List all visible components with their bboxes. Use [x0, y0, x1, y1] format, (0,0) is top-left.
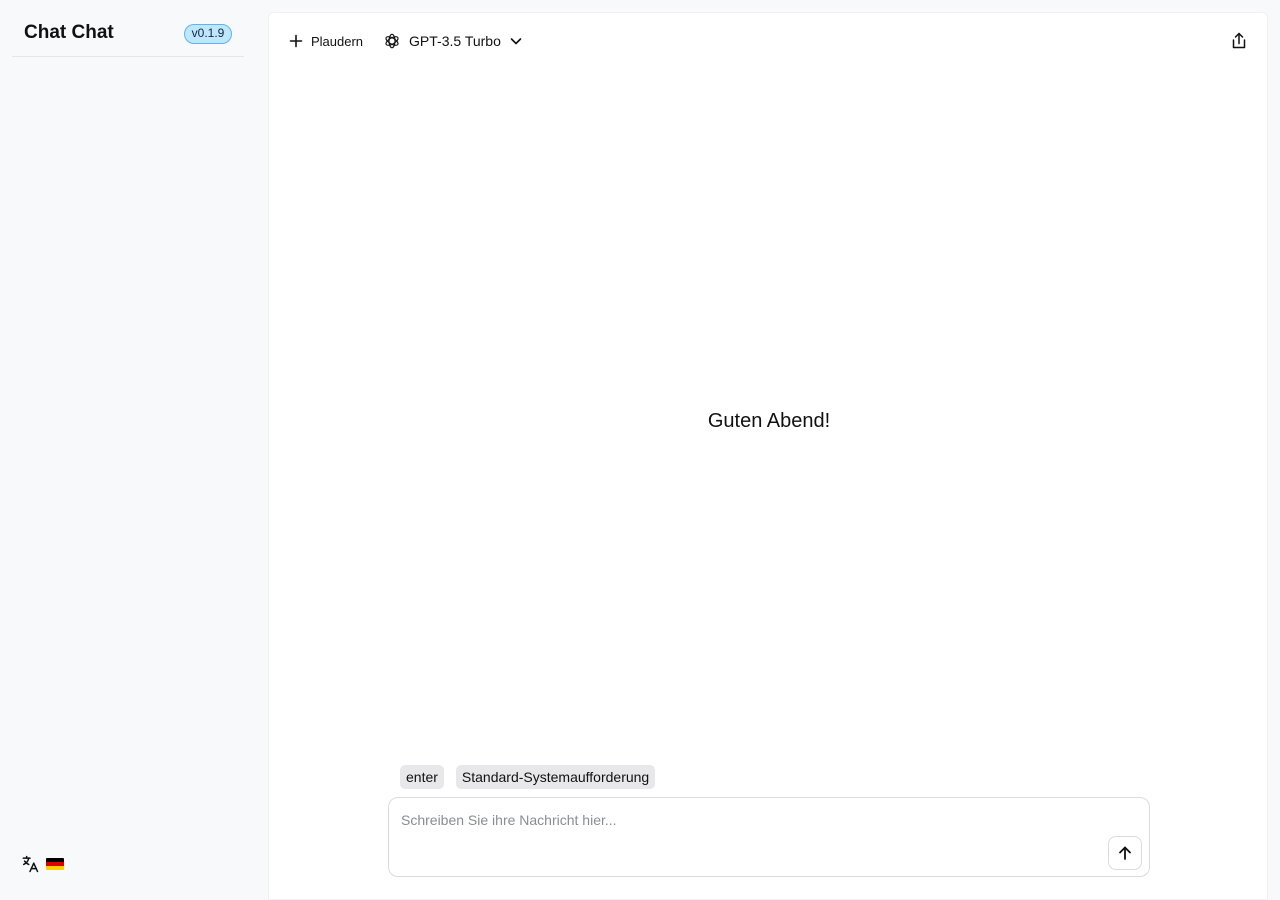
prompt-chips: enter Standard-Systemaufforderung [400, 765, 656, 789]
chat-toolbar: Plaudern GPT-3.5 Turbo [289, 27, 523, 55]
chip-default-system-prompt[interactable]: Standard-Systemaufforderung [455, 765, 656, 789]
model-label: GPT-3.5 Turbo [409, 33, 501, 49]
german-flag-icon[interactable] [46, 858, 64, 870]
arrow-up-icon [1119, 846, 1131, 860]
chat-panel: Plaudern GPT-3.5 Turbo Guten Abend! ente… [268, 12, 1268, 900]
translate-icon[interactable] [20, 854, 40, 874]
sidebar-header: Chat Chat v0.1.9 [12, 12, 244, 57]
version-badge: v0.1.9 [184, 24, 232, 44]
app-title: Chat Chat [24, 22, 114, 43]
greeting-text: Guten Abend! [707, 410, 831, 432]
message-composer [388, 797, 1150, 877]
new-chat-label: Plaudern [311, 33, 364, 49]
sidebar-footer [20, 853, 64, 875]
plus-icon [289, 34, 303, 48]
model-select[interactable]: GPT-3.5 Turbo [383, 32, 523, 50]
chip-enter[interactable]: enter [400, 765, 444, 789]
sidebar: Chat Chat v0.1.9 [0, 0, 256, 900]
share-icon[interactable] [1229, 31, 1249, 51]
message-input[interactable] [401, 808, 1101, 832]
chevron-down-icon [510, 38, 522, 45]
openai-icon [385, 33, 399, 49]
send-button[interactable] [1108, 836, 1142, 870]
new-chat-button[interactable]: Plaudern [289, 34, 363, 49]
